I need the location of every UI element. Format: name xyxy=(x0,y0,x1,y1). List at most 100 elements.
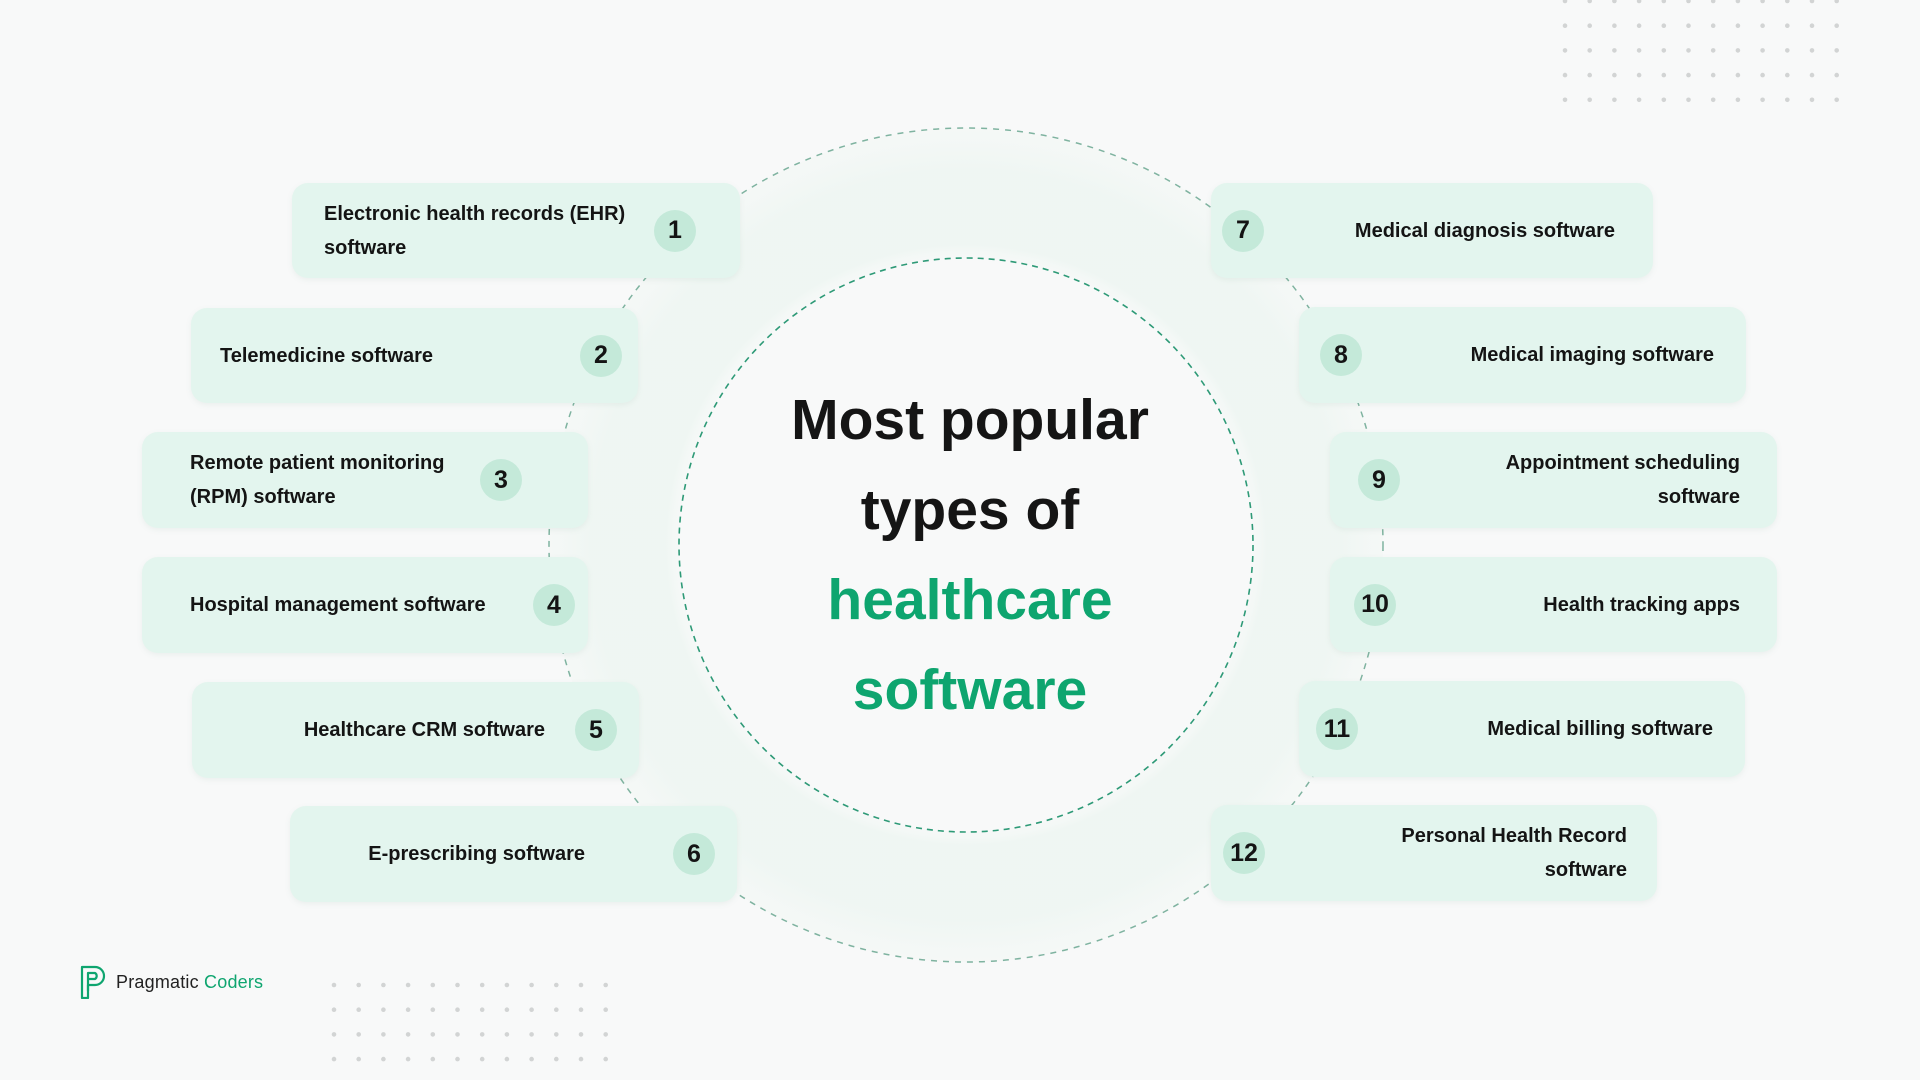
decorative-dot xyxy=(1785,48,1790,53)
item-number-badge: 9 xyxy=(1358,459,1400,501)
item-card-10: 10 Health tracking apps xyxy=(1330,557,1777,652)
decorative-dot xyxy=(603,1032,608,1037)
item-number-badge: 3 xyxy=(480,459,522,501)
decorative-dot xyxy=(504,1056,510,1062)
decorative-dot xyxy=(603,1007,608,1012)
decorative-dot xyxy=(1562,23,1568,29)
decorative-dot xyxy=(479,1032,485,1037)
decorative-dot xyxy=(1661,97,1667,103)
decorative-dot xyxy=(529,1032,534,1037)
decorative-dot xyxy=(1686,97,1691,103)
decorative-dot xyxy=(554,1056,559,1062)
item-number-badge: 10 xyxy=(1354,583,1396,626)
decorative-dot xyxy=(430,982,436,988)
decorative-dot xyxy=(1785,72,1790,78)
decorative-dot xyxy=(455,982,460,988)
item-label: E-prescribing software xyxy=(368,843,585,865)
decorative-dot xyxy=(405,1056,411,1062)
decorative-dot xyxy=(1661,48,1667,53)
decorative-dot xyxy=(1735,72,1741,78)
decorative-dot xyxy=(455,1032,460,1037)
decorative-dot xyxy=(479,982,485,988)
item-number-badge: 6 xyxy=(673,833,715,875)
decorative-dot xyxy=(529,1007,534,1012)
brand-logo: Pragmatic Coders xyxy=(80,965,263,999)
decorative-dot xyxy=(1612,97,1617,103)
decorative-dot xyxy=(405,982,411,988)
center-title: Most popular types of healthcare softwar… xyxy=(720,375,1220,735)
item-card-4: Hospital management software 4 xyxy=(142,557,588,653)
decorative-dot xyxy=(1612,0,1617,4)
decorative-dot xyxy=(1710,72,1716,78)
decorative-dot xyxy=(1760,97,1765,103)
item-number-badge: 11 xyxy=(1316,708,1358,750)
item-card-2: Telemedicine software 2 xyxy=(191,308,638,403)
decorative-dot xyxy=(1636,0,1642,4)
item-card-12: 12 Personal Health Record software xyxy=(1211,805,1657,901)
item-card-1: Electronic health records (EHR) software… xyxy=(292,183,740,278)
item-label: Health tracking apps xyxy=(1543,593,1740,616)
decorative-dot xyxy=(529,982,534,988)
item-number-badge: 8 xyxy=(1320,334,1362,376)
decorative-dot xyxy=(1661,0,1667,4)
item-label: Healthcare CRM software xyxy=(303,719,545,741)
dot-grid-top-right xyxy=(1562,0,1839,103)
decorative-dot xyxy=(1661,23,1667,29)
decorative-dot xyxy=(578,1032,584,1037)
item-card-6: E-prescribing software 6 xyxy=(290,806,737,902)
decorative-dot xyxy=(1636,48,1642,53)
item-card-7: 7 Medical diagnosis software xyxy=(1211,183,1653,278)
decorative-dot xyxy=(1636,23,1642,29)
decorative-dot xyxy=(1760,0,1765,4)
decorative-dot xyxy=(381,1007,386,1012)
dot-grid-bottom-left xyxy=(331,982,608,1062)
decorative-dot xyxy=(381,982,386,988)
decorative-dot xyxy=(1735,0,1741,4)
title-line-1: Most popular xyxy=(791,388,1149,452)
decorative-dot xyxy=(331,1032,337,1037)
decorative-dot xyxy=(1562,97,1568,103)
item-label: Medical diagnosis software xyxy=(1354,219,1615,242)
title-line-3: healthcare xyxy=(827,568,1113,632)
title-line-4: software xyxy=(852,658,1088,722)
decorative-dot xyxy=(1710,48,1716,53)
decorative-dot xyxy=(1834,48,1839,53)
decorative-dot xyxy=(430,1056,436,1062)
brand-name-part-2: Coders xyxy=(204,971,264,992)
item-label: Medical imaging software xyxy=(1470,344,1714,366)
decorative-dot xyxy=(1612,72,1617,78)
decorative-dot xyxy=(1587,23,1592,29)
decorative-dot xyxy=(554,1032,559,1037)
decorative-dot xyxy=(331,982,337,988)
decorative-dot xyxy=(479,1056,485,1062)
decorative-dot xyxy=(1686,0,1691,4)
decorative-dot xyxy=(504,982,510,988)
decorative-dot xyxy=(405,1032,411,1037)
decorative-dot xyxy=(479,1007,485,1012)
decorative-dot xyxy=(1587,48,1592,53)
decorative-dot xyxy=(1636,72,1642,78)
decorative-dot xyxy=(455,1007,460,1012)
decorative-dot xyxy=(1710,0,1716,4)
decorative-dot xyxy=(1834,23,1839,29)
decorative-dot xyxy=(1735,97,1741,103)
brand-name-part-1: Pragmatic xyxy=(116,971,199,992)
decorative-dot xyxy=(430,1007,436,1012)
brand-name: Pragmatic Coders xyxy=(116,972,263,993)
decorative-dot xyxy=(1785,23,1790,29)
decorative-dot xyxy=(381,1032,386,1037)
decorative-dot xyxy=(1834,0,1839,4)
decorative-dot xyxy=(1636,97,1642,103)
decorative-dot xyxy=(356,982,362,988)
item-number-badge: 1 xyxy=(654,209,696,252)
item-card-11: 11 Medical billing software xyxy=(1299,681,1745,777)
item-card-3: Remote patient monitoring (RPM) software… xyxy=(142,432,588,528)
decorative-dot xyxy=(554,982,559,988)
item-number-badge: 7 xyxy=(1222,209,1264,252)
decorative-dot xyxy=(1562,48,1568,53)
decorative-dot xyxy=(1760,48,1765,53)
decorative-dot xyxy=(1710,97,1716,103)
decorative-dot xyxy=(1686,23,1691,29)
decorative-dot xyxy=(578,982,584,988)
decorative-dot xyxy=(1735,48,1741,53)
